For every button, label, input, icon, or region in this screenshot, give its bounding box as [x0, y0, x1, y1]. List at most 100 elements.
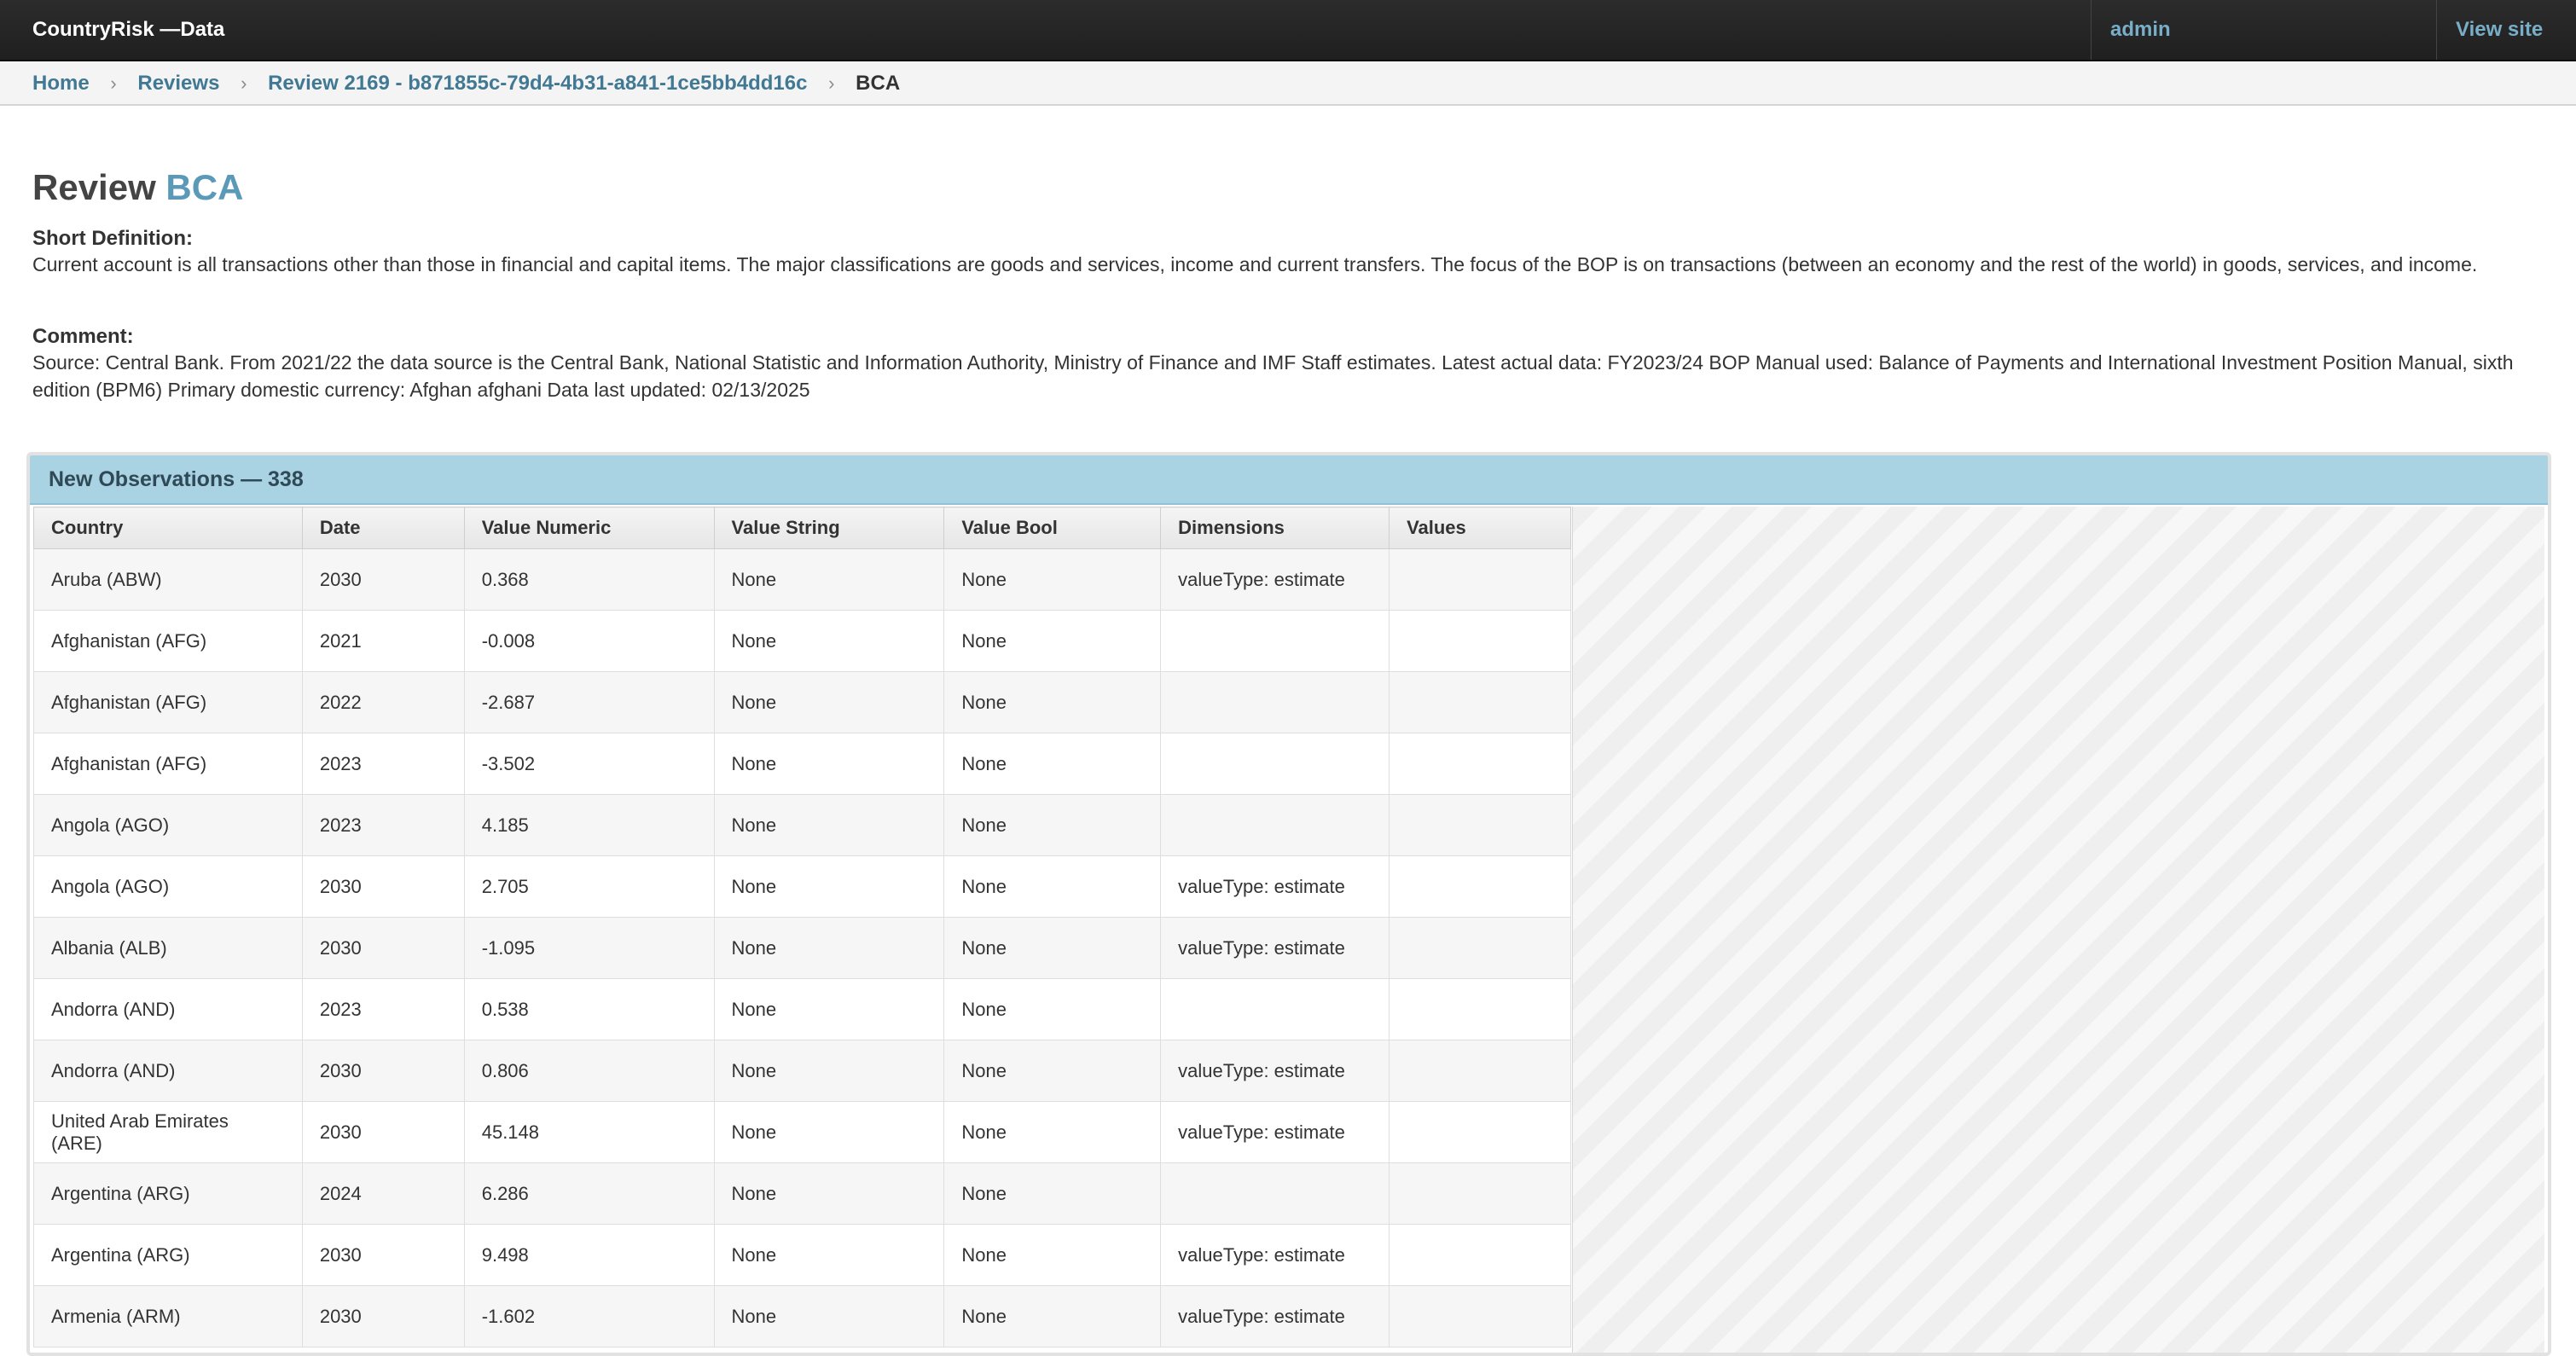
table-row[interactable]: United Arab Emirates (ARE) 2030 45.148 None…	[33, 1101, 1571, 1163]
cell-value-string: None	[713, 1162, 945, 1225]
page-title-code: BCA	[165, 167, 244, 207]
column-header-value-bool[interactable]: Value Bool	[943, 507, 1162, 549]
page-title: Review BCA	[32, 167, 243, 208]
cell-country[interactable]: Andorra (AND)	[33, 978, 303, 1040]
cell-value-numeric: 2.705	[463, 855, 715, 918]
cell-dimensions: valueType: estimate	[1160, 548, 1390, 611]
cell-date: 2023	[301, 978, 465, 1040]
user-link[interactable]: admin	[2091, 0, 2436, 60]
cell-country[interactable]: Argentina (ARG)	[33, 1162, 303, 1225]
table-row[interactable]: Andorra (AND) 2023 0.538 None None	[33, 978, 1571, 1040]
site-brand[interactable]: CountryRisk —Data	[32, 0, 224, 60]
cell-value-numeric: 9.498	[463, 1224, 715, 1286]
column-header-country[interactable]: Country	[33, 507, 303, 549]
table-row[interactable]: Afghanistan (AFG) 2021 -0.008 None None	[33, 610, 1571, 672]
cell-value-bool: None	[943, 978, 1162, 1040]
cell-date: 2030	[301, 548, 465, 611]
cell-date: 2030	[301, 1101, 465, 1163]
cell-values	[1389, 855, 1571, 918]
cell-value-string: None	[713, 1040, 945, 1102]
cell-dimensions	[1160, 978, 1390, 1040]
observations-body: Country Date Value Numeric Value String …	[30, 505, 2548, 1353]
cell-value-numeric: 45.148	[463, 1101, 715, 1163]
cell-values	[1389, 978, 1571, 1040]
cell-values	[1389, 794, 1571, 856]
top-header: CountryRisk —Data admin View site	[0, 0, 2576, 61]
breadcrumb-review[interactable]: Review 2169 - b871855c-79d4-4b31-a841-1c…	[268, 72, 807, 95]
cell-value-string: None	[713, 671, 945, 733]
cell-country[interactable]: Andorra (AND)	[33, 1040, 303, 1102]
table-row[interactable]: Armenia (ARM) 2030 -1.602 None None valueType…	[33, 1285, 1571, 1347]
cell-date: 2024	[301, 1162, 465, 1225]
cell-values	[1389, 1224, 1571, 1286]
cell-country[interactable]: Afghanistan (AFG)	[33, 671, 303, 733]
cell-dimensions	[1160, 733, 1390, 795]
cell-date: 2023	[301, 733, 465, 795]
cell-value-bool: None	[943, 548, 1162, 611]
table-row[interactable]: Angola (AGO) 2023 4.185 None None	[33, 794, 1571, 856]
comment-text: Source: Central Bank. From 2021/22 the d…	[32, 351, 2514, 401]
cell-country[interactable]: Armenia (ARM)	[33, 1285, 303, 1347]
cell-values	[1389, 733, 1571, 795]
column-header-values[interactable]: Values	[1389, 507, 1571, 549]
cell-value-string: None	[713, 1224, 945, 1286]
cell-date: 2021	[301, 610, 465, 672]
chevron-right-icon: ›	[110, 72, 117, 94]
page-title-prefix: Review	[32, 167, 156, 207]
table-row[interactable]: Argentina (ARG) 2024 6.286 None None	[33, 1162, 1571, 1225]
observations-header: New Observations — 338	[30, 455, 2548, 505]
cell-dimensions	[1160, 1162, 1390, 1225]
observations-table: Country Date Value Numeric Value String …	[33, 507, 1571, 1347]
breadcrumb-current: BCA	[856, 72, 901, 95]
cell-values	[1389, 1101, 1571, 1163]
breadcrumb-reviews[interactable]: Reviews	[137, 72, 219, 95]
cell-value-numeric: 0.368	[463, 548, 715, 611]
cell-value-bool: None	[943, 1162, 1162, 1225]
column-header-date[interactable]: Date	[301, 507, 465, 549]
cell-value-bool: None	[943, 855, 1162, 918]
cell-country[interactable]: Aruba (ABW)	[33, 548, 303, 611]
table-row[interactable]: Afghanistan (AFG) 2022 -2.687 None None	[33, 671, 1571, 733]
table-row[interactable]: Argentina (ARG) 2030 9.498 None None valueTyp…	[33, 1224, 1571, 1286]
empty-hatched-area	[1572, 507, 2544, 1353]
column-header-value-numeric[interactable]: Value Numeric	[463, 507, 715, 549]
cell-value-numeric: 0.806	[463, 1040, 715, 1102]
table-row[interactable]: Albania (ALB) 2030 -1.095 None None valueType…	[33, 917, 1571, 979]
cell-value-bool: None	[943, 1040, 1162, 1102]
cell-value-bool: None	[943, 610, 1162, 672]
cell-value-numeric: 4.185	[463, 794, 715, 856]
column-header-value-string[interactable]: Value String	[713, 507, 945, 549]
cell-value-bool: None	[943, 1101, 1162, 1163]
view-site-link[interactable]: View site	[2436, 0, 2576, 60]
comment: Comment: Source: Central Bank. From 2021…	[32, 325, 2540, 403]
cell-value-numeric: -3.502	[463, 733, 715, 795]
short-definition-text: Current account is all transactions othe…	[32, 253, 2478, 275]
breadcrumb-home[interactable]: Home	[32, 72, 90, 95]
cell-country[interactable]: Argentina (ARG)	[33, 1224, 303, 1286]
cell-value-bool: None	[943, 794, 1162, 856]
table-row[interactable]: Andorra (AND) 2030 0.806 None None valueType:…	[33, 1040, 1571, 1102]
cell-value-string: None	[713, 733, 945, 795]
cell-value-string: None	[713, 610, 945, 672]
cell-value-string: None	[713, 917, 945, 979]
comment-label: Comment:	[32, 325, 134, 348]
table-row[interactable]: Angola (AGO) 2030 2.705 None None valueType: …	[33, 855, 1571, 918]
cell-country[interactable]: Angola (AGO)	[33, 794, 303, 856]
cell-value-string: None	[713, 794, 945, 856]
breadcrumb: Home › Reviews › Review 2169 - b871855c-…	[0, 61, 2576, 106]
cell-country[interactable]: Afghanistan (AFG)	[33, 610, 303, 672]
table-row[interactable]: Aruba (ABW) 2030 0.368 None None valueType: e…	[33, 548, 1571, 611]
cell-country[interactable]: Angola (AGO)	[33, 855, 303, 918]
cell-value-numeric: -1.095	[463, 917, 715, 979]
cell-value-numeric: 6.286	[463, 1162, 715, 1225]
cell-country[interactable]: Afghanistan (AFG)	[33, 733, 303, 795]
cell-date: 2023	[301, 794, 465, 856]
cell-country[interactable]: Albania (ALB)	[33, 917, 303, 979]
cell-value-bool: None	[943, 1224, 1162, 1286]
column-header-dimensions[interactable]: Dimensions	[1160, 507, 1390, 549]
cell-date: 2030	[301, 1040, 465, 1102]
table-row[interactable]: Afghanistan (AFG) 2023 -3.502 None None	[33, 733, 1571, 795]
cell-values	[1389, 548, 1571, 611]
cell-dimensions: valueType: estimate	[1160, 1040, 1390, 1102]
cell-country[interactable]: United Arab Emirates (ARE)	[33, 1101, 303, 1163]
